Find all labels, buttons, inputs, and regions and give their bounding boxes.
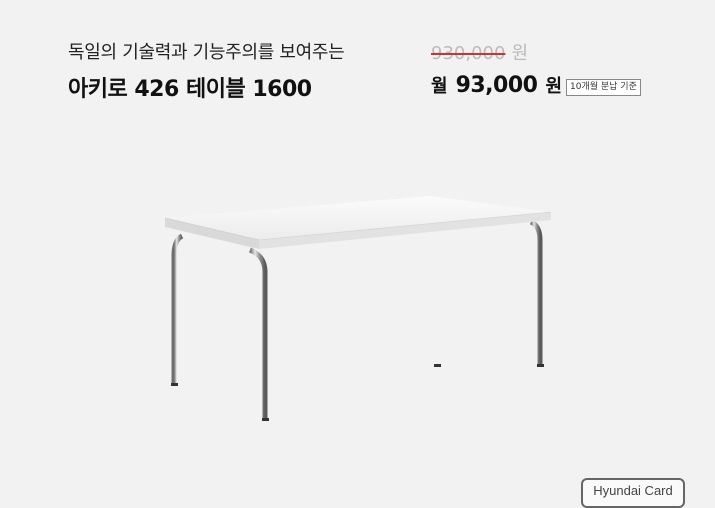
installment-basis-badge: 10개월 분납 기준 [566, 79, 641, 96]
product-image-table [164, 196, 552, 421]
monthly-prefix: 월 [431, 76, 448, 97]
monthly-price-amount: 93,000 [455, 73, 538, 98]
product-name: 아키로 426 테이블 1600 [68, 77, 312, 102]
product-subtitle: 독일의 기술력과 기능주의를 보여주는 [68, 42, 345, 63]
card-logo: Hyundai Card [581, 478, 685, 508]
original-price: 930,000 원 [431, 39, 528, 65]
monthly-price: 월 93,000 원 [431, 72, 562, 98]
original-price-unit: 원 [511, 43, 528, 64]
monthly-price-unit: 원 [545, 76, 563, 97]
original-price-amount: 930,000 [431, 43, 506, 64]
